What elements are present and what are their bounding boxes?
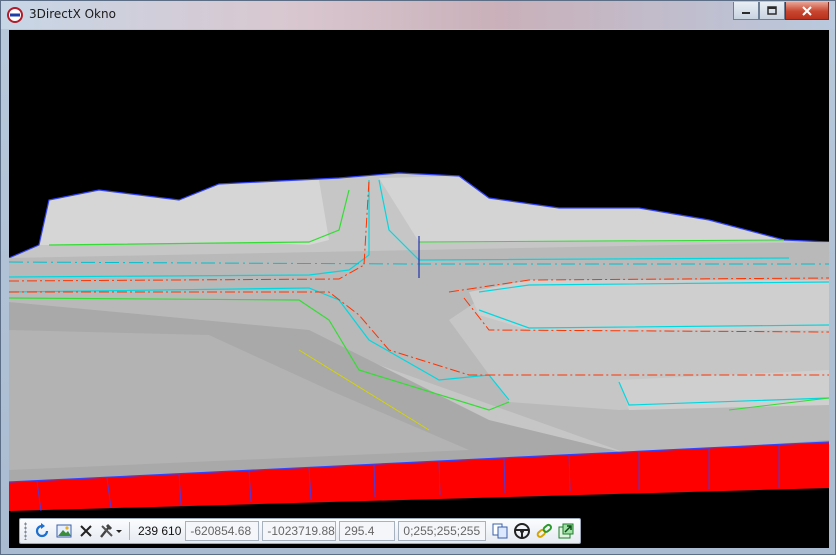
refresh-icon: [35, 523, 49, 538]
tools-dropdown-button[interactable]: [97, 520, 125, 542]
3d-viewport[interactable]: [9, 30, 829, 511]
toolbar-grip[interactable]: [24, 522, 27, 540]
app-window: 3DirectX Okno 239 610 -620854.68 -102371…: [0, 0, 836, 555]
image-button[interactable]: [53, 520, 75, 542]
title-bar[interactable]: 3DirectX Okno: [1, 1, 835, 29]
window-controls: [733, 2, 829, 20]
color-field: 0;255;255;255: [398, 521, 487, 541]
link-icon: [537, 523, 553, 538]
maximize-button[interactable]: [759, 2, 785, 20]
steering-wheel-icon: [514, 523, 531, 539]
link-button[interactable]: [533, 520, 555, 542]
drive-button[interactable]: [511, 520, 533, 542]
app-logo-icon: [7, 7, 23, 23]
coord-z-field: 295.4: [339, 521, 396, 541]
point-count: 239 610: [138, 524, 182, 538]
copy-button[interactable]: [489, 520, 511, 542]
image-icon: [56, 524, 72, 538]
maximize-icon: [767, 6, 777, 15]
coord-x-field: -620854.68: [185, 521, 260, 541]
close-window-icon: [802, 5, 812, 16]
close-icon: [80, 525, 92, 537]
export-button[interactable]: [555, 520, 577, 542]
status-bar: 239 610 -620854.68 -1023719.88 295.4 0;2…: [9, 511, 829, 548]
toolbar-separator: [129, 522, 130, 540]
copy-icon: [492, 523, 508, 539]
window-title: 3DirectX Okno: [29, 7, 116, 21]
tools-icon: [100, 523, 122, 538]
delete-button[interactable]: [75, 520, 97, 542]
coord-y-field: -1023719.88: [262, 521, 337, 541]
minimize-button[interactable]: [733, 2, 759, 20]
export-icon: [558, 523, 574, 539]
bottom-toolbar: 239 610 -620854.68 -1023719.88 295.4 0;2…: [19, 518, 581, 544]
close-window-button[interactable]: [785, 2, 829, 20]
refresh-button[interactable]: [31, 520, 53, 542]
minimize-icon: [742, 11, 750, 14]
